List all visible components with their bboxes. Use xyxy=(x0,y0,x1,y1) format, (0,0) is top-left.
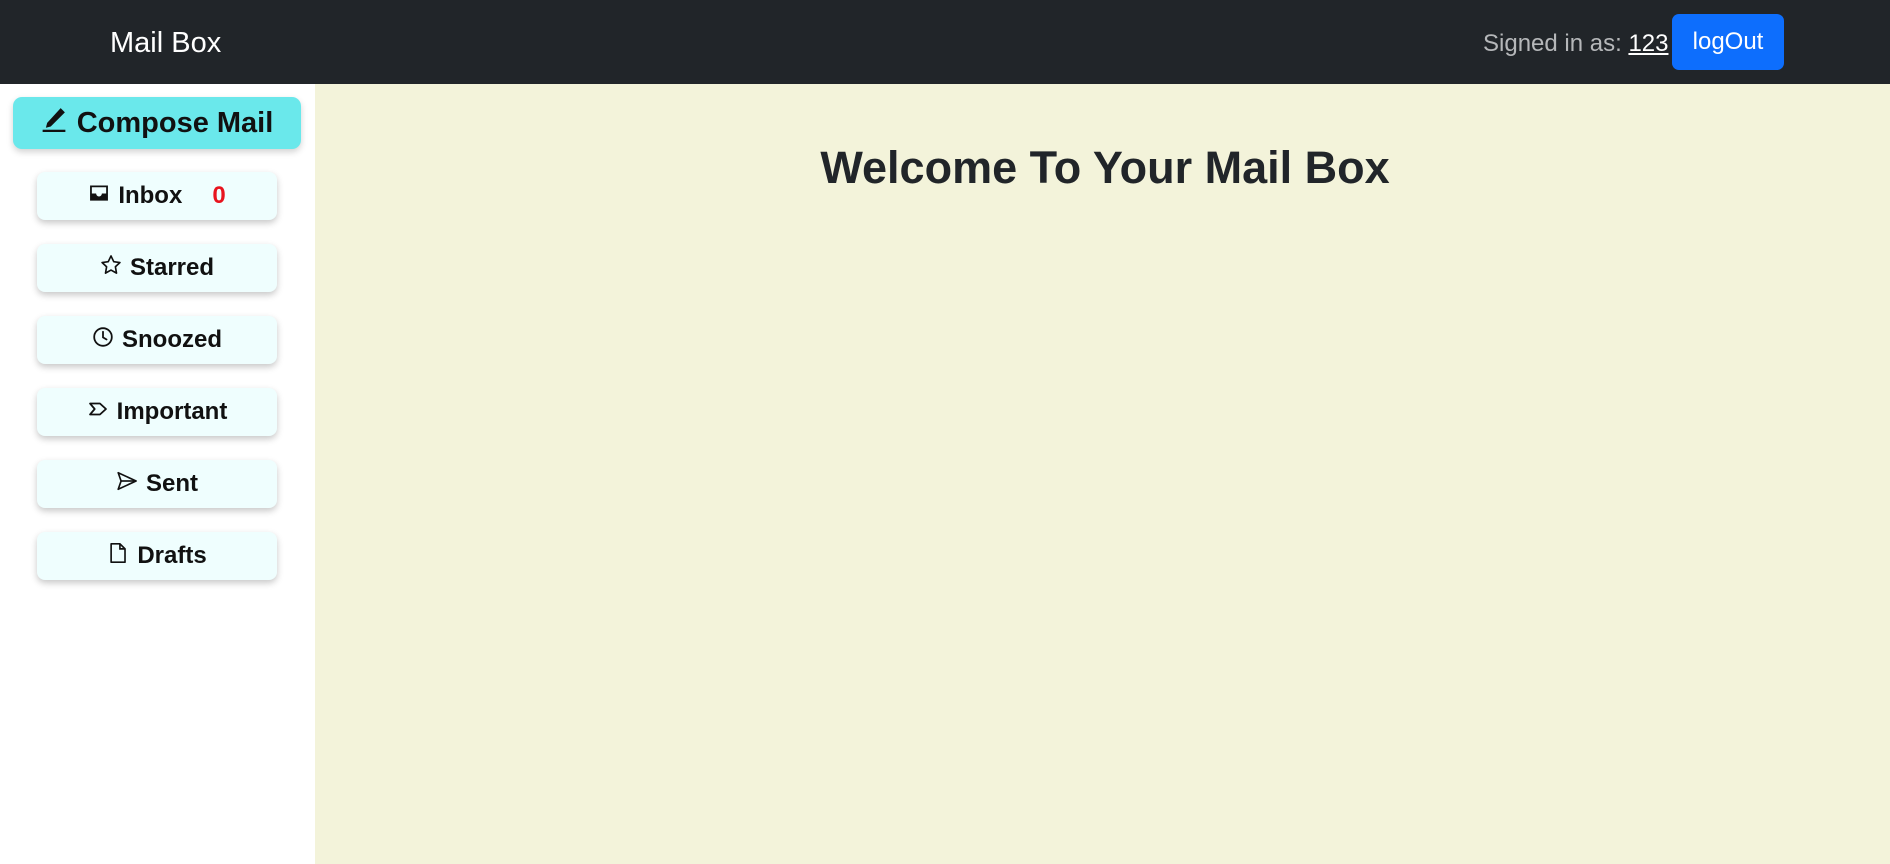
signed-in-text: Signed in as: 123 xyxy=(1483,28,1668,60)
inbox-icon xyxy=(88,182,110,211)
sidebar-item-label: Starred xyxy=(129,254,215,281)
important-icon xyxy=(87,398,109,427)
sidebar-item-snoozed[interactable]: Snoozed xyxy=(37,316,277,364)
welcome-heading: Welcome To Your Mail Box xyxy=(820,142,1390,193)
send-icon xyxy=(116,470,138,499)
brand-title[interactable]: Mail Box xyxy=(110,24,221,62)
sidebar-item-label: Important xyxy=(116,398,228,425)
pencil-icon xyxy=(41,106,67,140)
sidebar-item-label: Snoozed xyxy=(122,326,222,353)
sidebar-item-label: Inbox xyxy=(118,182,183,209)
inbox-count-badge: 0 xyxy=(212,182,226,209)
sidebar-item-label: Drafts xyxy=(137,542,207,569)
top-navbar: Mail Box Signed in as: 123 logOut xyxy=(0,0,1890,84)
sidebar-item-starred[interactable]: Starred xyxy=(37,244,277,292)
main-content: Welcome To Your Mail Box xyxy=(315,84,1890,864)
sidebar-item-important[interactable]: Important xyxy=(37,388,277,436)
star-icon xyxy=(100,254,122,283)
sidebar-item-sent[interactable]: Sent xyxy=(37,460,277,508)
sidebar-item-drafts[interactable]: Drafts xyxy=(37,532,277,580)
compose-mail-button[interactable]: Compose Mail xyxy=(13,97,301,149)
sidebar-item-label: Sent xyxy=(145,470,198,497)
sidebar: Compose Mail Inbox 0 Starred Snoozed Imp… xyxy=(0,84,315,864)
file-icon xyxy=(107,542,129,571)
compose-mail-label: Compose Mail xyxy=(76,106,274,139)
signed-in-label: Signed in as: xyxy=(1483,30,1622,57)
clock-icon xyxy=(92,326,114,355)
username-link[interactable]: 123 xyxy=(1628,30,1668,57)
sidebar-item-inbox[interactable]: Inbox 0 xyxy=(37,172,277,220)
logout-button[interactable]: logOut xyxy=(1672,14,1784,70)
